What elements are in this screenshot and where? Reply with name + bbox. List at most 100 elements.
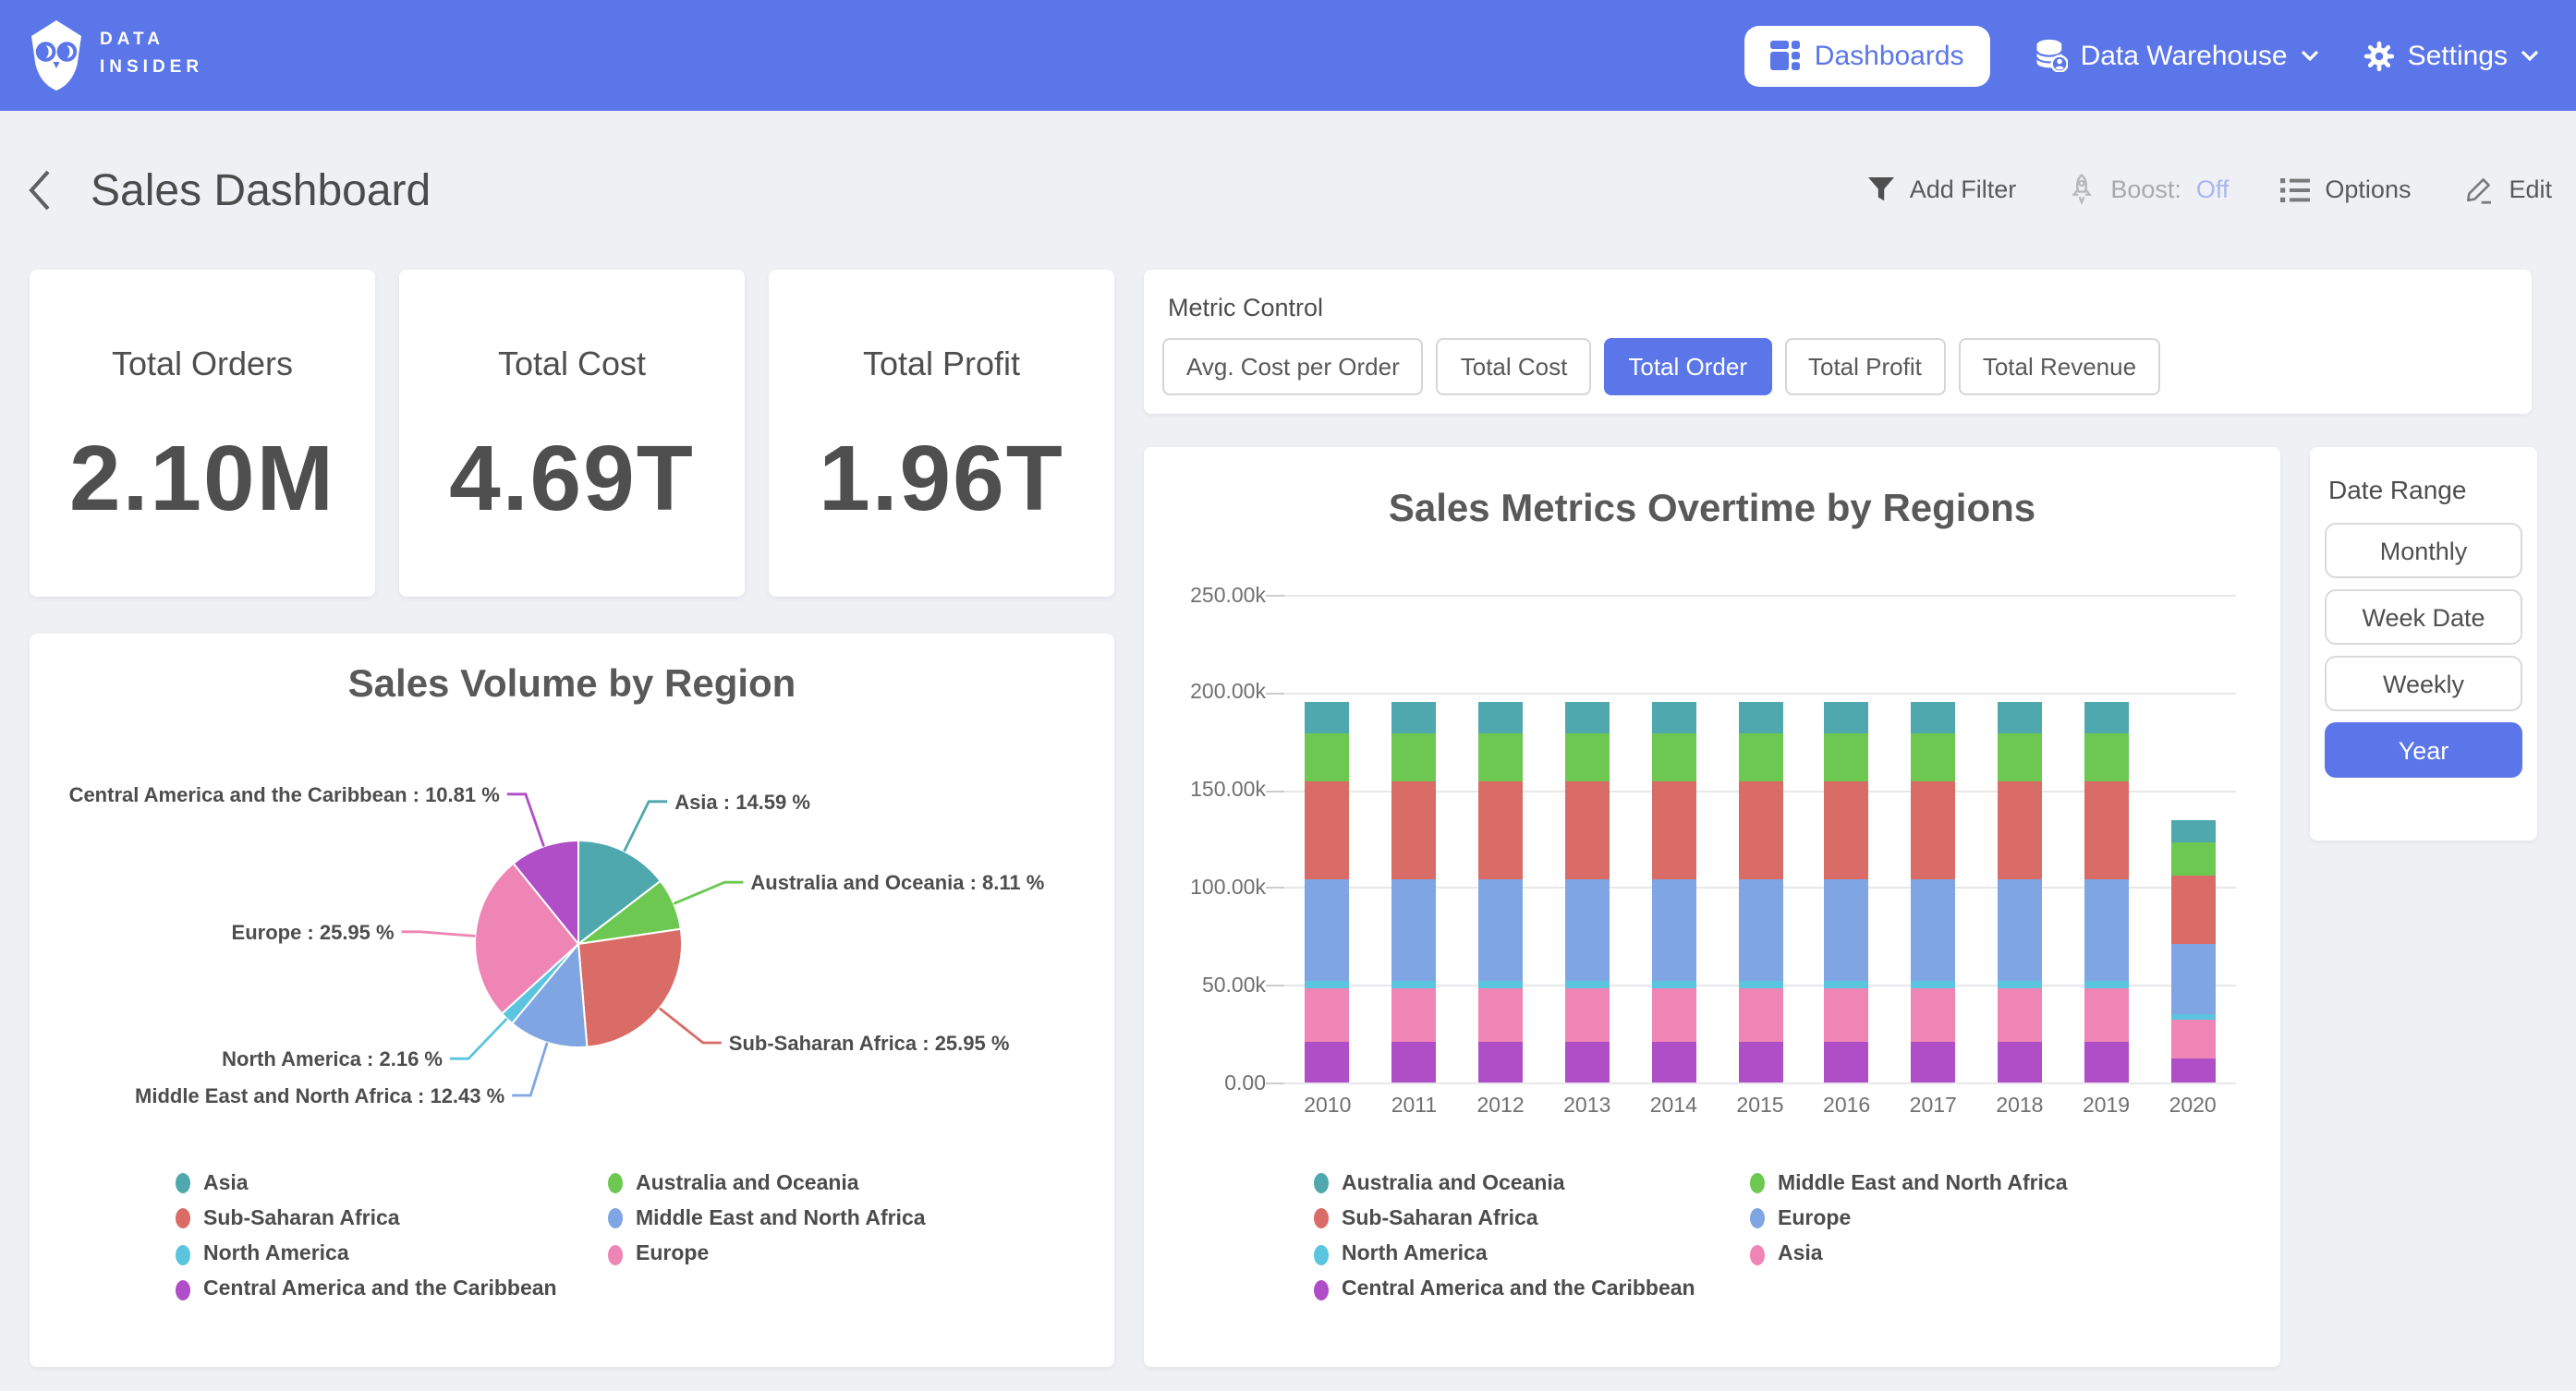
legend-item-europe[interactable]: Europe <box>608 1240 709 1268</box>
legend-item-asia[interactable]: Asia <box>1750 1240 1823 1268</box>
bar-segment-north-america-2019 <box>2084 980 2129 988</box>
nav-settings[interactable]: Settings <box>2363 40 2539 71</box>
legend-item-sub-saharan-africa[interactable]: Sub-Saharan Africa <box>1314 1205 1538 1233</box>
pie-label-line <box>402 932 476 937</box>
bar-segment-sub-saharan-africa-2017 <box>1911 780 1955 880</box>
legend-label: Europe <box>1778 1208 1851 1230</box>
rocket-icon <box>2068 174 2096 205</box>
metric-option-total-profit[interactable]: Total Profit <box>1784 338 1946 395</box>
legend-dot <box>608 1209 623 1229</box>
legend-dot <box>1750 1173 1765 1193</box>
bar-segment-middle-east-and-north-africa-2014 <box>1651 733 1695 781</box>
bar-segment-north-america-2010 <box>1306 980 1350 988</box>
edit-button[interactable]: Edit <box>2462 174 2552 205</box>
bar-segment-middle-east-and-north-africa-2013 <box>1565 733 1610 781</box>
date-option-monthly[interactable]: Monthly <box>2325 523 2522 578</box>
options-button[interactable]: Options <box>2280 175 2411 203</box>
legend-item-europe[interactable]: Europe <box>1750 1205 1851 1233</box>
y-axis-tick <box>1266 693 1284 695</box>
pie-label-line <box>625 802 668 852</box>
bar-segment-central-america-and-the-caribbean-2015 <box>1738 1042 1782 1083</box>
bar-segment-australia-and-oceania-2017 <box>1911 702 1955 733</box>
legend-dot <box>1750 1244 1765 1264</box>
legend-item-sub-saharan-africa[interactable]: Sub-Saharan Africa <box>176 1205 400 1233</box>
metric-option-total-order[interactable]: Total Order <box>1604 338 1771 395</box>
bar-segment-europe-2014 <box>1651 880 1695 981</box>
x-axis-label: 2011 <box>1367 1095 1460 1118</box>
bar-segment-north-america-2014 <box>1651 980 1695 988</box>
date-option-weekly[interactable]: Weekly <box>2325 656 2522 711</box>
nav-data-warehouse[interactable]: Data Warehouse <box>2035 39 2319 72</box>
filter-funnel-icon <box>1869 177 1895 201</box>
legend-dot <box>1314 1173 1329 1193</box>
nav-dashboards-button[interactable]: Dashboards <box>1744 25 1990 86</box>
add-filter-button[interactable]: Add Filter <box>1869 175 2017 203</box>
kpi-label: Total Profit <box>769 345 1114 384</box>
bar-segment-sub-saharan-africa-2019 <box>2084 780 2129 880</box>
bar-chart-card: Sales Metrics Overtime by Regions 0.0050… <box>1144 447 2280 1367</box>
brand-logo[interactable]: DATA INSIDER <box>31 20 203 91</box>
metric-option-avg-cost-per-order[interactable]: Avg. Cost per Order <box>1162 338 1424 395</box>
bar-segment-asia-2020 <box>2170 1020 2215 1058</box>
metric-option-total-cost[interactable]: Total Cost <box>1437 338 1592 395</box>
bar-segment-australia-and-oceania-2016 <box>1825 702 1869 733</box>
bar-segment-europe-2017 <box>1911 880 1955 981</box>
bar-segment-australia-and-oceania-2012 <box>1478 702 1523 733</box>
x-axis-label: 2019 <box>2060 1095 2153 1118</box>
back-button[interactable] <box>28 168 57 212</box>
legend-dot <box>176 1173 190 1193</box>
boost-toggle[interactable]: Boost: Off <box>2068 174 2229 205</box>
bar-segment-sub-saharan-africa-2016 <box>1825 780 1869 880</box>
bar-segment-north-america-2011 <box>1391 980 1436 988</box>
bar-segment-europe-2015 <box>1738 880 1782 981</box>
legend-item-australia-and-oceania[interactable]: Australia and Oceania <box>608 1169 859 1197</box>
bar-segment-middle-east-and-north-africa-2019 <box>2084 733 2129 781</box>
bar-segment-europe-2012 <box>1478 880 1523 981</box>
x-axis-label: 2017 <box>1887 1095 1979 1118</box>
kpi-card-total-orders: Total Orders 2.10M <box>30 270 375 597</box>
bar-segment-europe-2020 <box>2170 944 2215 1014</box>
metric-option-total-revenue[interactable]: Total Revenue <box>1959 338 2160 395</box>
legend-item-central-america-and-the-caribbean[interactable]: Central America and the Caribbean <box>176 1276 557 1304</box>
pie-slice-label: North America : 2.16 % <box>222 1047 443 1070</box>
boost-label: Boost: <box>2110 175 2181 203</box>
legend-item-north-america[interactable]: North America <box>176 1240 349 1268</box>
x-axis-label: 2018 <box>1974 1095 2066 1118</box>
legend-item-asia[interactable]: Asia <box>176 1169 249 1197</box>
bar-segment-central-america-and-the-caribbean-2014 <box>1651 1042 1695 1083</box>
brand-name: DATA INSIDER <box>100 29 203 83</box>
bar-segment-north-america-2016 <box>1825 980 1869 988</box>
legend-item-north-america[interactable]: North America <box>1314 1240 1488 1268</box>
legend-item-central-america-and-the-caribbean[interactable]: Central America and the Caribbean <box>1314 1276 1695 1304</box>
options-label: Options <box>2325 175 2411 203</box>
legend-label: Asia <box>203 1172 249 1194</box>
bar-segment-central-america-and-the-caribbean-2019 <box>2084 1042 2129 1083</box>
date-option-year[interactable]: Year <box>2325 722 2522 778</box>
x-axis-label: 2020 <box>2146 1095 2239 1118</box>
nav-data-warehouse-label: Data Warehouse <box>2081 40 2288 71</box>
bar-segment-australia-and-oceania-2011 <box>1391 702 1436 733</box>
kpi-value: 4.69T <box>399 425 745 532</box>
dashboard-grid-icon <box>1770 41 1800 70</box>
bar-segment-central-america-and-the-caribbean-2011 <box>1391 1042 1436 1083</box>
main-content: Sales Dashboard Add Filter Boost: Off <box>0 111 2576 1391</box>
legend-item-middle-east-and-north-africa[interactable]: Middle East and North Africa <box>608 1205 926 1233</box>
legend-dot <box>1314 1280 1329 1300</box>
bar-segment-central-america-and-the-caribbean-2013 <box>1565 1042 1610 1083</box>
bar-segment-central-america-and-the-caribbean-2010 <box>1306 1042 1350 1083</box>
app-window: DATA INSIDER Dashboards <box>0 0 2576 1391</box>
legend-label: Asia <box>1778 1243 1823 1265</box>
legend-label: Middle East and North Africa <box>636 1208 926 1230</box>
kpi-label: Total Cost <box>399 345 745 384</box>
bar-segment-middle-east-and-north-africa-2018 <box>1998 733 2042 781</box>
bar-segment-sub-saharan-africa-2015 <box>1738 780 1782 880</box>
x-axis-label: 2015 <box>1714 1095 1806 1118</box>
bar-segment-sub-saharan-africa-2020 <box>2170 876 2215 943</box>
legend-item-australia-and-oceania[interactable]: Australia and Oceania <box>1314 1169 1565 1197</box>
legend-dot <box>608 1244 623 1264</box>
bar-segment-central-america-and-the-caribbean-2017 <box>1911 1042 1955 1083</box>
date-option-week-date[interactable]: Week Date <box>2325 589 2522 645</box>
bar-segment-middle-east-and-north-africa-2017 <box>1911 733 1955 781</box>
legend-item-middle-east-and-north-africa[interactable]: Middle East and North Africa <box>1750 1169 2068 1197</box>
nav-settings-label: Settings <box>2408 40 2508 71</box>
